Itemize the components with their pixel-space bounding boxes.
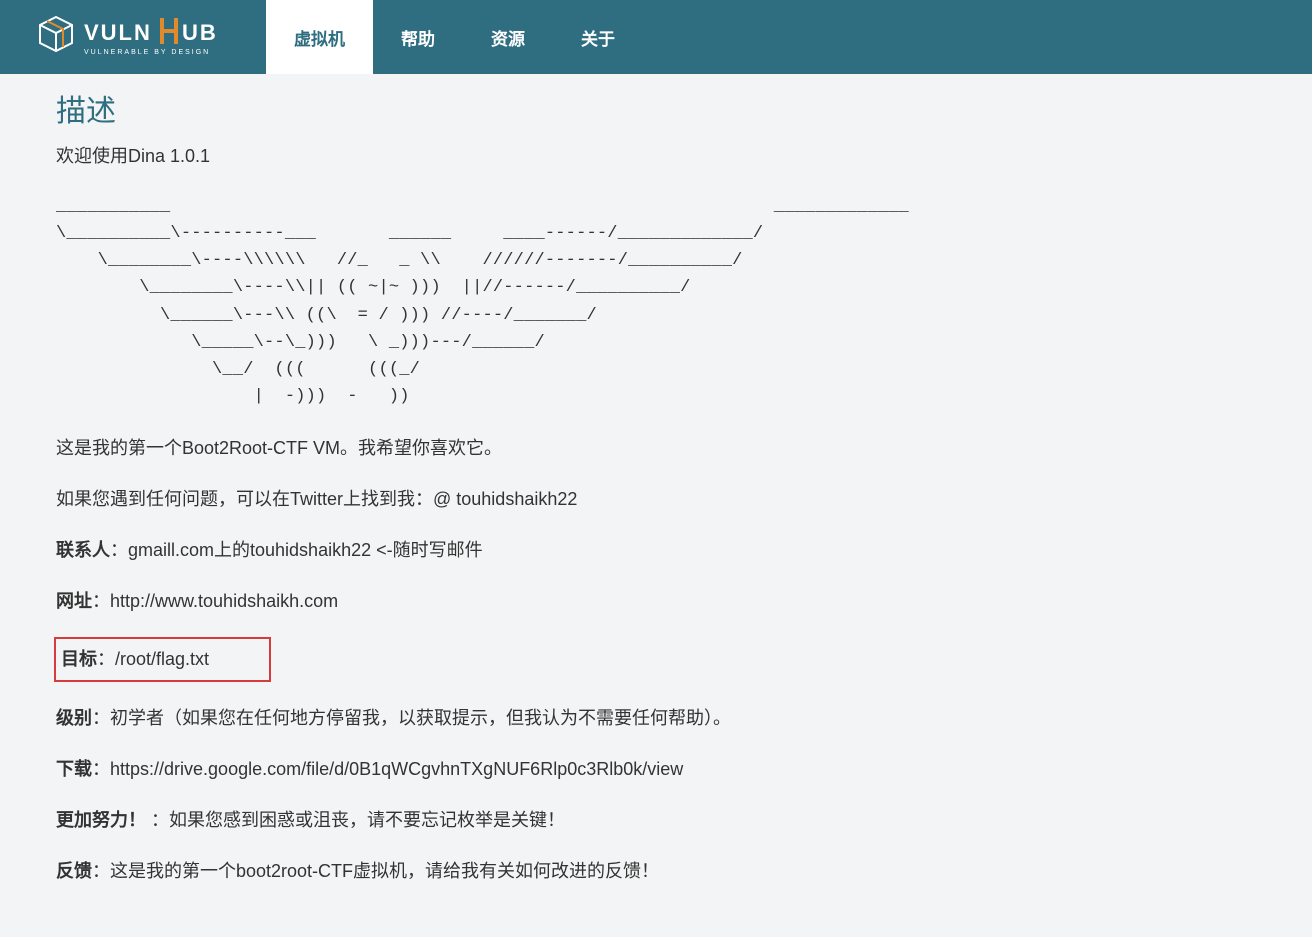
logo[interactable]: VULN UB VULNERABLE BY DESIGN [0,0,266,74]
value-feedback: ：这是我的第一个boot2root-CTF虚拟机，请给我有关如何改进的反馈！ [92,861,659,881]
line-url: 网址：http://www.touhidshaikh.com [56,587,1256,616]
intro-2: 如果您遇到任何问题，可以在Twitter上找到我：@ touhidshaikh2… [56,485,1256,514]
label-download: 下载 [56,759,92,779]
value-level: ：初学者（如果您在任何地方停留我，以获取提示，但我认为不需要任何帮助）。 [92,708,731,728]
logo-svg: VULN UB VULNERABLE BY DESIGN [36,12,236,62]
section-title: 描述 [56,86,1256,130]
label-tryharder: 更加努力！ [56,810,146,830]
line-contact: 联系人：gmaill.com上的touhidshaikh22 <-随时写邮件 [56,536,1256,565]
highlight-box: 目标：/root/flag.txt [54,637,271,682]
nav-item-about[interactable]: 关于 [553,0,643,74]
value-tryharder: ：如果您感到困惑或沮丧，请不要忘记枚举是关键！ [146,810,565,830]
label-target: 目标 [61,649,97,669]
value-contact: ：gmaill.com上的touhidshaikh22 <-随时写邮件 [110,540,483,560]
line-target: 目标：/root/flag.txt [56,637,1256,682]
ascii-art: ___________ _____________ \__________\--… [56,193,1256,411]
value-download: ：https://drive.google.com/file/d/0B1qWCg… [92,759,683,779]
value-url: ：http://www.touhidshaikh.com [92,591,338,611]
line-tryharder: 更加努力！ ：如果您感到困惑或沮丧，请不要忘记枚举是关键！ [56,806,1256,835]
line-level: 级别：初学者（如果您在任何地方停留我，以获取提示，但我认为不需要任何帮助）。 [56,704,1256,733]
logo-text-ub: UB [182,20,218,45]
logo-tagline: VULNERABLE BY DESIGN [84,49,210,56]
line-feedback: 反馈：这是我的第一个boot2root-CTF虚拟机，请给我有关如何改进的反馈！ [56,857,1256,886]
main-content: 描述 欢迎使用Dina 1.0.1 ___________ __________… [0,74,1312,937]
welcome-text: 欢迎使用Dina 1.0.1 [56,142,1256,171]
label-feedback: 反馈 [56,861,92,881]
label-url: 网址 [56,591,92,611]
nav-items: 虚拟机 帮助 资源 关于 [266,0,643,74]
nav-item-resources[interactable]: 资源 [463,0,553,74]
line-download: 下载：https://drive.google.com/file/d/0B1qW… [56,755,1256,784]
nav-item-vms[interactable]: 虚拟机 [266,0,373,74]
nav-item-help[interactable]: 帮助 [373,0,463,74]
label-contact: 联系人 [56,540,110,560]
top-nav: VULN UB VULNERABLE BY DESIGN 虚拟机 帮助 资源 关… [0,0,1312,74]
intro-1: 这是我的第一个Boot2Root-CTF VM。我希望你喜欢它。 [56,434,1256,463]
logo-text-main: VULN [84,20,152,45]
label-level: 级别 [56,708,92,728]
value-target: ：/root/flag.txt [97,649,209,669]
